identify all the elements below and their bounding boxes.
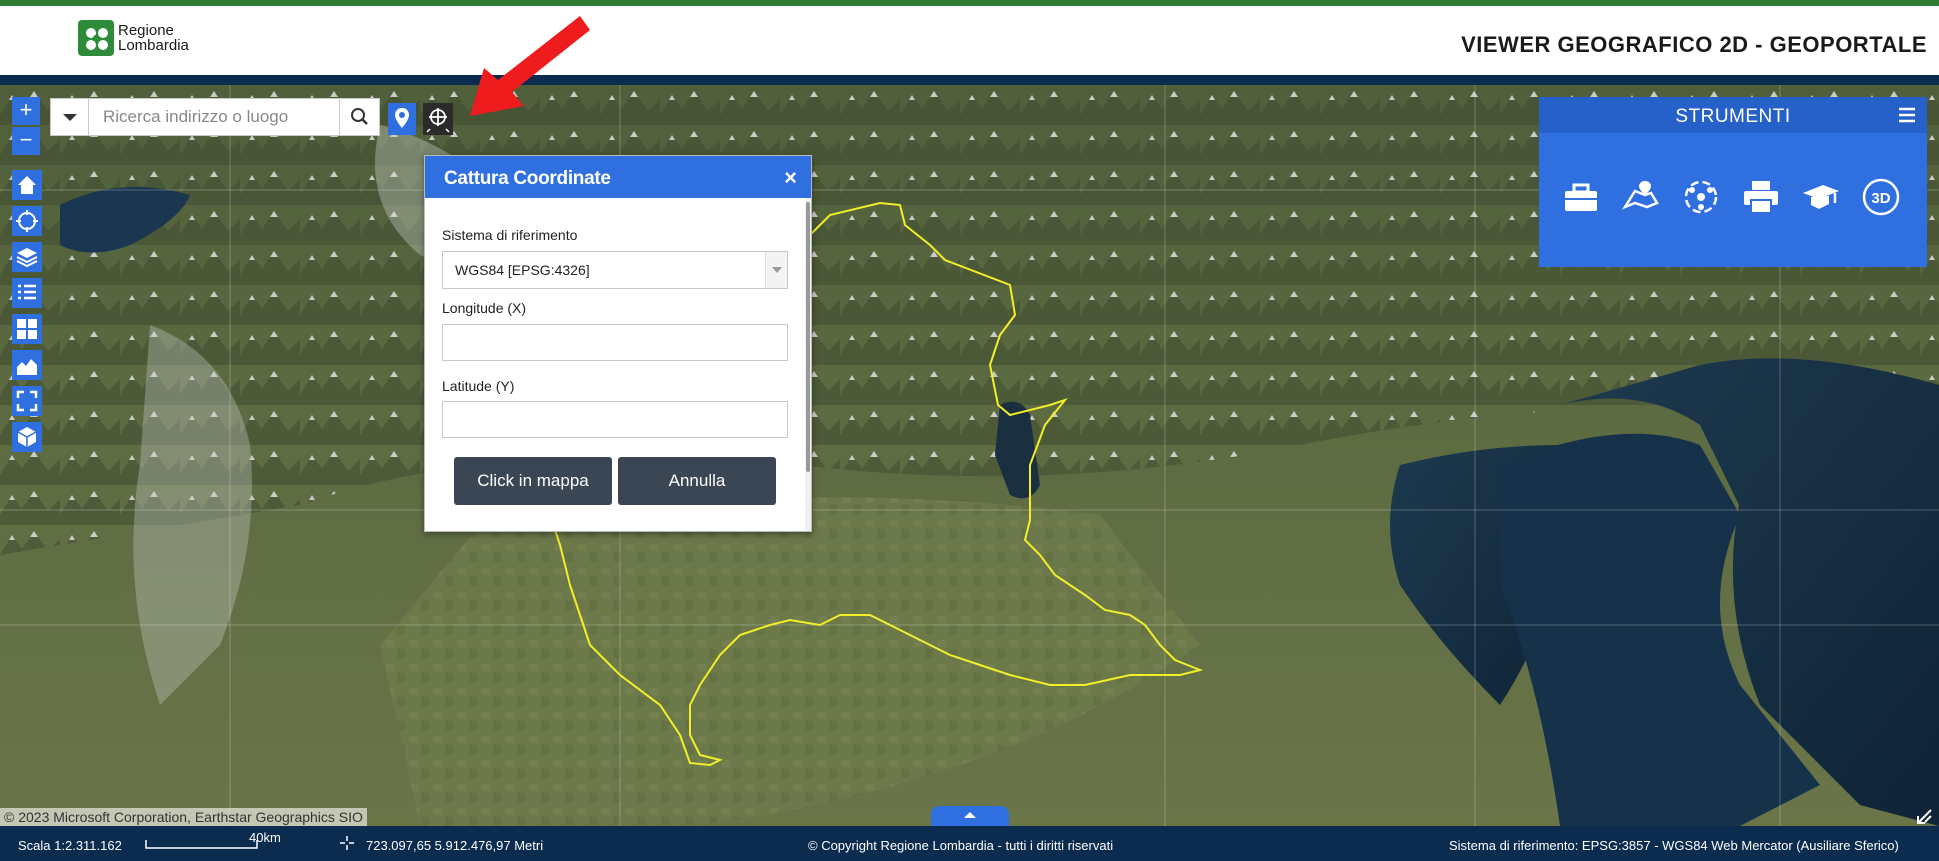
scale-bar (145, 840, 258, 849)
locate-button[interactable] (12, 206, 42, 236)
map-attribution: © 2023 Microsoft Corporation, Earthstar … (0, 808, 367, 826)
fullscreen-button[interactable] (12, 386, 42, 416)
crs-label: Sistema di riferimento (442, 227, 578, 243)
network-icon[interactable] (1681, 177, 1721, 217)
logo-mark-icon (78, 20, 114, 56)
dialog-header: Cattura Coordinate × (425, 156, 811, 198)
latitude-field[interactable] (442, 401, 788, 438)
logo-line2: Lombardia (118, 37, 189, 54)
3d-icon[interactable]: 3D (1861, 177, 1901, 217)
print-icon[interactable] (1741, 177, 1781, 217)
app-header: Regione Lombardia VIEWER GEOGRAFICO 2D -… (0, 6, 1939, 75)
map-draw-icon[interactable] (1621, 177, 1661, 217)
education-icon[interactable] (1801, 177, 1841, 217)
map-pin-icon (395, 108, 409, 128)
home-button[interactable] (12, 170, 42, 200)
box-icon (17, 427, 37, 447)
zoom-out-button[interactable]: − (12, 127, 40, 155)
capture-coordinates-button[interactable] (423, 103, 453, 135)
crs-select-value: WGS84 [EPSG:4326] (455, 262, 590, 278)
grid-icon (17, 319, 37, 339)
annotation-arrow-icon (470, 16, 590, 116)
dialog-scrollbar[interactable] (805, 198, 811, 531)
reference-system-text: Sistema di riferimento: EPSG:3857 - WGS8… (1449, 838, 1899, 853)
profile-button[interactable] (12, 350, 42, 380)
layers-button[interactable] (12, 242, 42, 272)
toolbox-icon[interactable] (1561, 177, 1601, 217)
header-band (0, 75, 1939, 85)
search-type-dropdown[interactable] (51, 99, 89, 135)
logo-line1: Regione (118, 22, 174, 39)
globe-crosshair-icon (426, 108, 450, 133)
tools-header: STRUMENTI (1539, 97, 1927, 133)
marker-button[interactable] (388, 103, 416, 135)
scale-text: Scala 1:2.311.162 (18, 838, 122, 853)
home-icon (18, 176, 36, 194)
3d-icon-label: 3D (1871, 190, 1890, 207)
dialog-title: Cattura Coordinate (444, 168, 611, 189)
chevron-down-icon (765, 252, 787, 288)
search-button[interactable] (339, 99, 379, 135)
cursor-coordinates: 723.097,65 5.912.476,97 Metri (366, 838, 544, 853)
regione-lombardia-logo[interactable]: Regione Lombardia (78, 20, 189, 56)
scale-bar-label: 40km (249, 830, 281, 845)
cancel-button[interactable]: Annulla (618, 457, 776, 505)
status-bar: Scala 1:2.311.162 40km 723.097,65 5.912.… (0, 826, 1939, 861)
close-icon[interactable]: × (784, 165, 797, 191)
longitude-label: Longitude (X) (442, 300, 527, 316)
tools-title: STRUMENTI (1675, 106, 1791, 127)
click-in-map-button[interactable]: Click in mappa (454, 457, 612, 505)
search-input[interactable] (89, 99, 339, 135)
expand-panel-tab[interactable] (931, 806, 1009, 826)
fullscreen-icon (16, 390, 38, 412)
list-icon (18, 284, 36, 300)
hamburger-menu-icon[interactable] (1897, 105, 1917, 125)
tools-panel: STRUMENTI 3D (1539, 97, 1927, 267)
copyright-text: © Copyright Regione Lombardia - tutti i … (808, 838, 1114, 853)
longitude-field[interactable] (442, 324, 788, 361)
capture-coordinates-dialog: Cattura Coordinate × Sistema di riferime… (424, 155, 812, 532)
legend-button[interactable] (12, 278, 42, 308)
zoom-in-button[interactable]: + (12, 97, 40, 125)
grid-button[interactable] (12, 314, 42, 344)
elevation-profile-icon (17, 359, 37, 375)
page-title: VIEWER GEOGRAFICO 2D - GEOPORTALE (1461, 32, 1927, 57)
search-bar (50, 98, 380, 136)
latitude-label: Latitude (Y) (442, 378, 515, 394)
crosshair-icon (16, 210, 38, 232)
resize-icon[interactable] (1915, 806, 1935, 826)
search-icon (351, 108, 368, 125)
crs-select[interactable]: WGS84 [EPSG:4326] (442, 251, 788, 289)
cursor-position-icon (340, 836, 354, 850)
layers-icon (16, 248, 38, 268)
package-button[interactable] (12, 422, 42, 452)
